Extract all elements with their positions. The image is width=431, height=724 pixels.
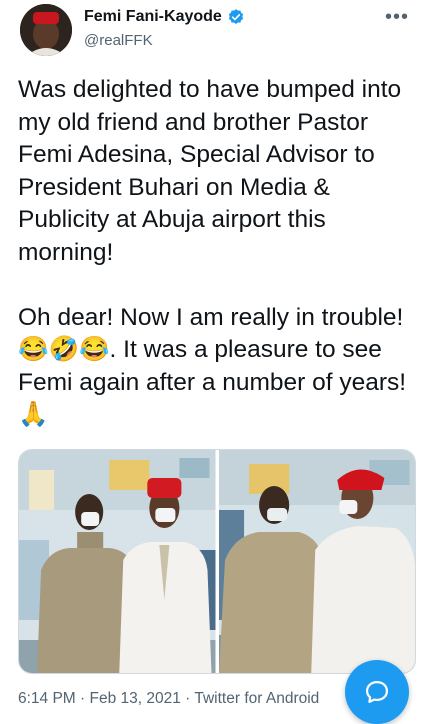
praying-hands-emoji: 🙏 xyxy=(18,401,49,428)
photo-2[interactable] xyxy=(218,450,415,673)
tweet-paragraph-2-line-1: Oh dear! Now I am really in trouble! xyxy=(18,303,404,331)
photo-1[interactable] xyxy=(19,450,216,673)
author-name[interactable]: Femi Fani-Kayode xyxy=(84,8,222,26)
compose-button[interactable] xyxy=(345,660,409,724)
tweet-date[interactable]: Feb 13, 2021 xyxy=(90,690,181,707)
tweet-time[interactable]: 6:14 PM xyxy=(18,690,76,707)
tweet-source[interactable]: Twitter for Android xyxy=(194,690,319,707)
separator: · xyxy=(75,690,90,707)
tweet-header: Femi Fani-Kayode @realFFK ••• xyxy=(0,0,431,60)
more-options-icon[interactable]: ••• xyxy=(385,6,409,29)
verified-badge-icon xyxy=(228,9,243,24)
compose-reply-icon xyxy=(365,680,389,704)
author-handle[interactable]: @realFFK xyxy=(84,32,153,49)
tweet-text: Was delighted to have bumped into my old… xyxy=(18,74,418,432)
tweet-paragraph-1: Was delighted to have bumped into my old… xyxy=(18,76,408,266)
author-avatar[interactable] xyxy=(20,4,72,56)
separator: · xyxy=(180,690,195,707)
tweet-timestamp[interactable]: 6:14 PM · Feb 13, 2021 · Twitter for And… xyxy=(18,690,319,708)
tweet-media[interactable] xyxy=(18,449,416,674)
laughing-emojis: 😂🤣😂 xyxy=(18,336,110,363)
